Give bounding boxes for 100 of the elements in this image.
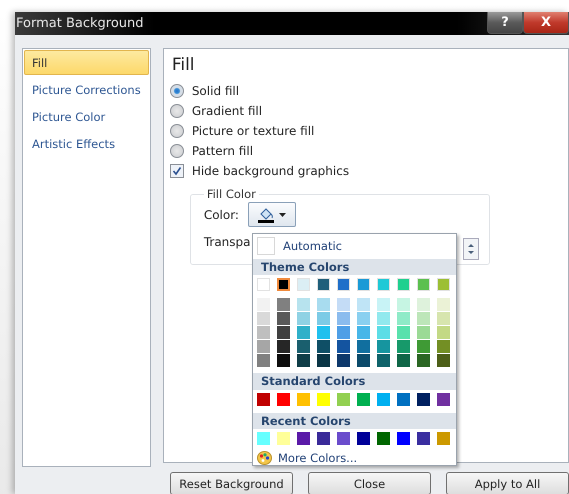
color-label: Color: <box>204 208 239 222</box>
color-swatch[interactable] <box>277 432 290 446</box>
color-swatch[interactable] <box>417 354 430 368</box>
color-swatch[interactable] <box>257 312 270 326</box>
color-swatch[interactable] <box>317 340 330 354</box>
color-swatch[interactable] <box>277 392 290 406</box>
color-swatch[interactable] <box>417 312 430 326</box>
automatic-option[interactable]: Automatic <box>283 239 342 254</box>
group-legend: Fill Color <box>204 187 259 201</box>
color-swatch[interactable] <box>397 298 410 312</box>
color-swatch[interactable] <box>357 354 370 368</box>
color-swatch[interactable] <box>377 326 390 340</box>
color-swatch[interactable] <box>397 340 410 354</box>
color-swatch[interactable] <box>417 392 430 406</box>
dialog-button[interactable]: Apply to All <box>446 472 569 494</box>
color-swatch[interactable] <box>337 340 350 354</box>
color-swatch[interactable] <box>437 298 450 312</box>
color-swatch[interactable] <box>437 354 450 368</box>
dialog-button[interactable]: Close <box>308 472 431 494</box>
radio-button[interactable] <box>170 104 184 118</box>
color-swatch[interactable] <box>397 392 410 406</box>
color-swatch[interactable] <box>337 354 350 368</box>
color-swatch[interactable] <box>277 312 290 326</box>
color-swatch[interactable] <box>337 312 350 326</box>
color-swatch[interactable] <box>277 278 290 292</box>
color-swatch[interactable] <box>357 340 370 354</box>
more-colors-option[interactable]: More Colors... <box>278 450 358 465</box>
color-swatch[interactable] <box>257 298 270 312</box>
checkbox[interactable] <box>170 164 184 178</box>
radio-button[interactable] <box>170 84 184 98</box>
spin-buttons[interactable] <box>463 238 479 260</box>
color-swatch[interactable] <box>357 298 370 312</box>
color-swatch[interactable] <box>317 392 330 406</box>
color-swatch[interactable] <box>257 392 270 406</box>
menu-section-header: Standard Colors <box>253 373 456 390</box>
color-swatch[interactable] <box>257 340 270 354</box>
color-swatch[interactable] <box>377 432 390 446</box>
color-swatch[interactable] <box>437 312 450 326</box>
color-swatch[interactable] <box>297 326 310 340</box>
color-swatch[interactable] <box>317 298 330 312</box>
color-swatch[interactable] <box>257 237 275 256</box>
radio-button[interactable] <box>170 144 184 158</box>
color-swatch[interactable] <box>377 298 390 312</box>
window-close-button[interactable]: X <box>523 12 569 34</box>
color-swatch[interactable] <box>297 340 310 354</box>
color-swatch[interactable] <box>317 432 330 446</box>
color-swatch[interactable] <box>297 392 310 406</box>
color-swatch[interactable] <box>377 392 390 406</box>
color-swatch[interactable] <box>277 326 290 340</box>
option-label: Pattern fill <box>192 144 254 158</box>
color-swatch[interactable] <box>317 312 330 326</box>
color-swatch[interactable] <box>257 354 270 368</box>
radio-button[interactable] <box>170 124 184 138</box>
color-swatch[interactable] <box>437 432 450 446</box>
color-swatch[interactable] <box>257 326 270 340</box>
color-swatch[interactable] <box>417 432 430 446</box>
color-swatch[interactable] <box>437 326 450 340</box>
color-swatch[interactable] <box>297 432 310 446</box>
color-swatch[interactable] <box>277 298 290 312</box>
color-swatch[interactable] <box>357 432 370 446</box>
color-picker-button[interactable] <box>248 202 296 227</box>
color-swatch[interactable] <box>337 392 350 406</box>
color-swatch[interactable] <box>417 326 430 340</box>
transparency-label: Transpa <box>204 234 250 248</box>
color-swatch[interactable] <box>297 354 310 368</box>
color-swatch[interactable] <box>417 340 430 354</box>
window-title: Format Background <box>15 16 144 31</box>
category-item[interactable]: Picture Color <box>24 104 149 129</box>
color-swatch[interactable] <box>297 312 310 326</box>
color-swatch[interactable] <box>297 298 310 312</box>
category-item[interactable]: Fill <box>24 50 149 75</box>
color-swatch[interactable] <box>317 326 330 340</box>
category-item[interactable]: Artistic Effects <box>24 131 149 156</box>
color-swatch[interactable] <box>357 326 370 340</box>
color-swatch[interactable] <box>317 354 330 368</box>
color-swatch[interactable] <box>437 392 450 406</box>
color-swatch[interactable] <box>257 432 270 446</box>
color-swatch[interactable] <box>397 432 410 446</box>
color-swatch[interactable] <box>377 312 390 326</box>
color-swatch[interactable] <box>377 340 390 354</box>
color-swatch[interactable] <box>277 340 290 354</box>
color-swatch[interactable] <box>337 432 350 446</box>
option-label: Picture or texture fill <box>192 124 314 138</box>
color-swatch[interactable] <box>277 354 290 368</box>
color-swatch[interactable] <box>397 326 410 340</box>
color-swatch[interactable] <box>417 298 430 312</box>
color-swatch[interactable] <box>377 354 390 368</box>
color-swatch[interactable] <box>357 392 370 406</box>
caret-icon <box>279 212 286 216</box>
dialog-button[interactable]: Reset Background <box>170 472 293 494</box>
help-button[interactable]: ? <box>487 12 523 34</box>
option-label: Gradient fill <box>192 104 262 118</box>
menu-section-header: Theme Colors <box>253 258 456 276</box>
color-swatch[interactable] <box>437 340 450 354</box>
color-swatch[interactable] <box>337 326 350 340</box>
color-swatch[interactable] <box>357 312 370 326</box>
color-swatch[interactable] <box>397 354 410 368</box>
category-item[interactable]: Picture Corrections <box>24 77 149 102</box>
color-swatch[interactable] <box>397 312 410 326</box>
color-swatch[interactable] <box>337 298 350 312</box>
